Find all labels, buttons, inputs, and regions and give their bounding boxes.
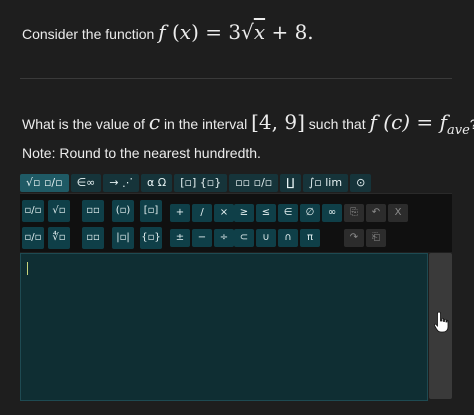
tab-matrices[interactable]: [▫] {▫} [174, 174, 228, 192]
divide-button[interactable]: ÷ [214, 229, 234, 247]
question-line-1-text: Consider the function [22, 26, 155, 42]
geq-button[interactable]: ≥ [234, 204, 254, 222]
plus-button[interactable]: + [170, 204, 190, 222]
variable-c: c [148, 110, 161, 134]
tab-chemistry[interactable]: ⊙ [350, 174, 372, 192]
union-button[interactable]: ∪ [256, 229, 276, 247]
equation-rhs: fave [439, 110, 470, 138]
hand-cursor-icon [431, 305, 450, 339]
tab-arrows[interactable]: → ⋰ [103, 174, 140, 192]
times-button[interactable]: × [214, 204, 234, 222]
superscript-button[interactable]: ▫▫ [82, 200, 104, 222]
infinity-button[interactable]: ∞ [322, 204, 342, 222]
nth-root-button[interactable]: ∜▫ [48, 227, 70, 249]
redo-icon[interactable]: ↷ [344, 229, 364, 247]
interval: [4, 9] [251, 110, 305, 134]
fraction-button[interactable]: ▫/▫ [22, 200, 44, 222]
tab-greek[interactable]: α Ω [141, 174, 173, 192]
subscript-button[interactable]: ▫▫ [82, 227, 104, 249]
sqrt-button[interactable]: √▫ [48, 200, 70, 222]
tab-basic[interactable]: √▫ ▫/▫ [20, 174, 69, 192]
equation-lhs: f (c) [369, 110, 411, 134]
subset-button[interactable]: ⊂ [234, 229, 254, 247]
pi-button[interactable]: π [300, 229, 320, 247]
copy-icon[interactable]: ⎘ [344, 204, 364, 222]
minus-button[interactable]: − [192, 229, 212, 247]
element-of-button[interactable]: ∈ [278, 204, 298, 222]
plus-minus-button[interactable]: ± [170, 229, 190, 247]
question-line-2: What is the value of c in the interval [… [22, 110, 474, 138]
intersection-button[interactable]: ∩ [278, 229, 298, 247]
paste-icon[interactable]: ⎗ [366, 229, 386, 247]
parentheses-button[interactable]: (▫) [112, 200, 134, 222]
question-line-1: Consider the function f (x) = 3√x + 8. [22, 20, 314, 44]
text-cursor [27, 262, 28, 275]
tab-sets[interactable]: ∈∞ [70, 174, 102, 192]
divider [20, 78, 452, 79]
note-text: Note: Round to the nearest hundredth. [22, 145, 261, 161]
clear-icon[interactable]: X [388, 204, 408, 222]
absolute-value-button[interactable]: |▫| [112, 227, 134, 249]
math-palette-tabs: √▫ ▫/▫ ∈∞ → ⋰ α Ω [▫] {▫} ▫▫ ▫/▫ ∐ ∫▫ li… [20, 174, 372, 192]
empty-set-button[interactable]: ∅ [300, 204, 320, 222]
braces-button[interactable]: {▫} [140, 227, 162, 249]
scrollbar[interactable] [429, 253, 452, 399]
math-palette: ▫/▫ √▫ ▫▫ (▫) [▫] ▫/▫ ∜▫ ▫▫ |▫| {▫} + / … [20, 193, 452, 252]
mixed-fraction-button[interactable]: ▫/▫ [22, 227, 44, 249]
tab-calculus[interactable]: ∫▫ lim [302, 174, 349, 192]
tab-coproduct[interactable]: ∐ [280, 174, 301, 192]
leq-button[interactable]: ≤ [256, 204, 276, 222]
brackets-button[interactable]: [▫] [140, 200, 162, 222]
divide-slash-button[interactable]: / [192, 204, 212, 222]
answer-input[interactable] [20, 253, 428, 401]
function-formula: f (x) = 3√x + 8. [158, 20, 314, 44]
undo-icon[interactable]: ↶ [366, 204, 386, 222]
tab-superscripts[interactable]: ▫▫ ▫/▫ [229, 174, 279, 192]
